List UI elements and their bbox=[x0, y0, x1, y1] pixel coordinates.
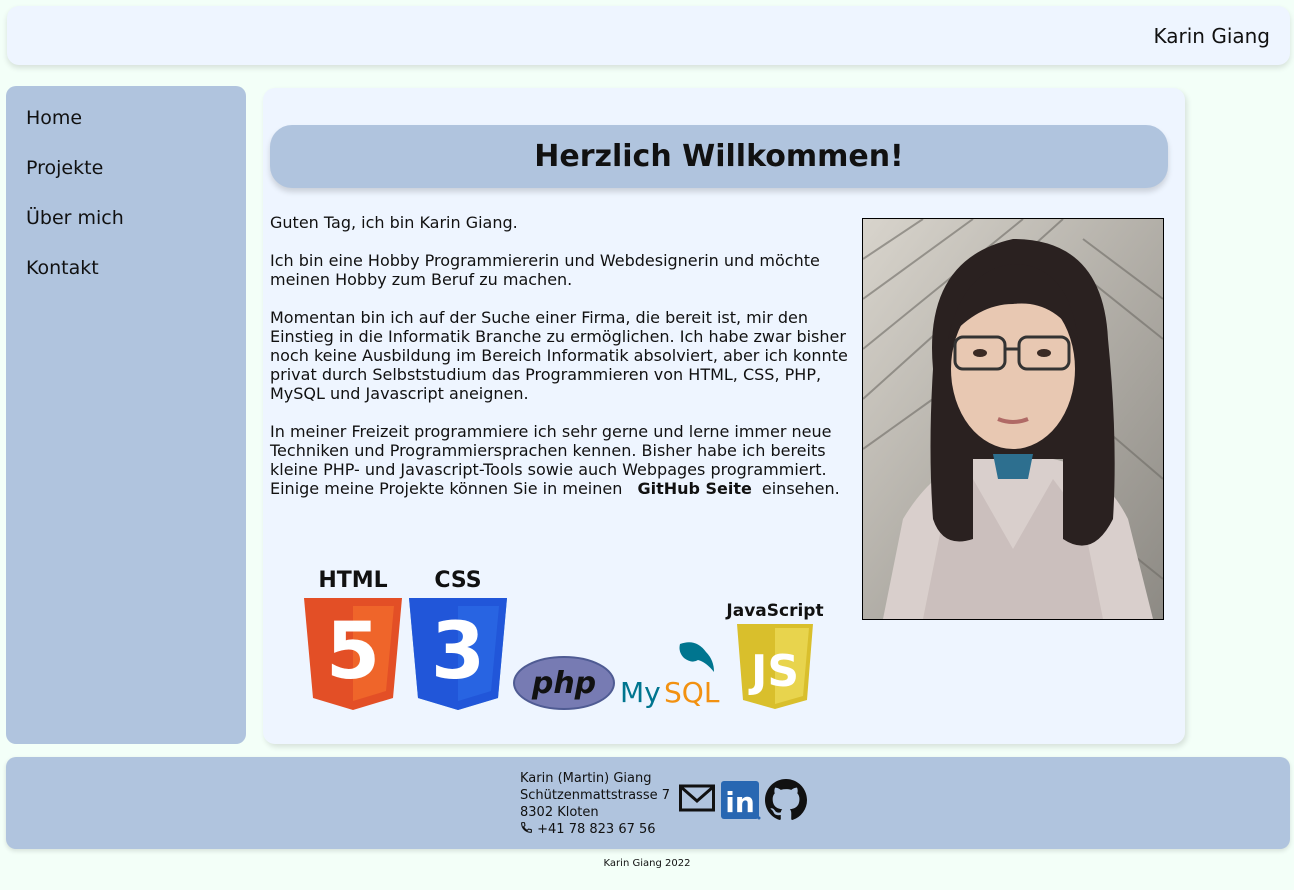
css3-logo-label: CSS bbox=[434, 568, 481, 593]
github-icon[interactable] bbox=[765, 779, 807, 825]
nav-item-home[interactable]: Home bbox=[26, 107, 82, 129]
javascript-logo-label: JavaScript bbox=[725, 601, 823, 621]
nav-item-kontakt[interactable]: Kontakt bbox=[26, 257, 99, 279]
javascript-logo-letters: JS bbox=[748, 646, 799, 697]
footer-city: 8302 Kloten bbox=[520, 805, 599, 820]
main-content: Herzlich Willkommen! Guten Tag, ich bin … bbox=[263, 88, 1185, 744]
intro-paragraph-4: In meiner Freizeit programmiere ich sehr… bbox=[270, 422, 860, 498]
footer: Karin (Martin) Giang Schützenmattstrasse… bbox=[6, 757, 1290, 849]
intro-paragraph-4-end: einsehen. bbox=[761, 479, 840, 498]
header-name: Karin Giang bbox=[1153, 24, 1270, 48]
php-logo: php bbox=[513, 655, 615, 711]
footer-phone: +41 78 823 67 56 bbox=[537, 822, 656, 837]
css3-logo: CSS 3 bbox=[408, 566, 508, 711]
mysql-logo-sql: SQL bbox=[664, 676, 720, 709]
phone-icon bbox=[520, 822, 537, 837]
html5-logo: HTML 5 bbox=[303, 566, 403, 711]
copyright: Karin Giang 2022 bbox=[603, 858, 691, 869]
footer-phone-row: +41 78 823 67 56 bbox=[520, 821, 670, 838]
css3-logo-digit: 3 bbox=[431, 607, 485, 697]
header: Karin Giang bbox=[7, 6, 1290, 65]
github-link[interactable]: GitHub Seite bbox=[627, 479, 761, 498]
mysql-logo-my: My bbox=[620, 676, 661, 709]
intro-text: Guten Tag, ich bin Karin Giang. Ich bin … bbox=[270, 213, 860, 517]
intro-paragraph-1: Guten Tag, ich bin Karin Giang. bbox=[270, 213, 518, 232]
sidebar-nav: Home Projekte Über mich Kontakt bbox=[6, 86, 246, 744]
mail-icon[interactable] bbox=[679, 783, 715, 817]
footer-name: Karin (Martin) Giang bbox=[520, 771, 652, 786]
linkedin-icon[interactable]: in bbox=[721, 779, 761, 825]
page-title: Herzlich Willkommen! bbox=[270, 125, 1168, 188]
intro-paragraph-3: Momentan bin ich auf der Suche einer Fir… bbox=[270, 308, 848, 403]
javascript-logo: JavaScript JS bbox=[723, 596, 827, 711]
nav-item-ueber-mich[interactable]: Über mich bbox=[26, 207, 124, 229]
php-logo-label: php bbox=[531, 666, 596, 701]
nav-item-projekte[interactable]: Projekte bbox=[26, 157, 103, 179]
linkedin-icon-label: in bbox=[725, 786, 755, 819]
footer-street: Schützenmattstrasse 7 bbox=[520, 788, 670, 803]
html5-logo-label: HTML bbox=[318, 568, 387, 593]
intro-paragraph-2: Ich bin eine Hobby Programmiererin und W… bbox=[270, 251, 820, 289]
profile-photo bbox=[862, 218, 1164, 620]
footer-address: Karin (Martin) Giang Schützenmattstrasse… bbox=[520, 770, 670, 838]
mysql-logo: My SQL bbox=[618, 638, 720, 710]
html5-logo-digit: 5 bbox=[326, 607, 380, 697]
